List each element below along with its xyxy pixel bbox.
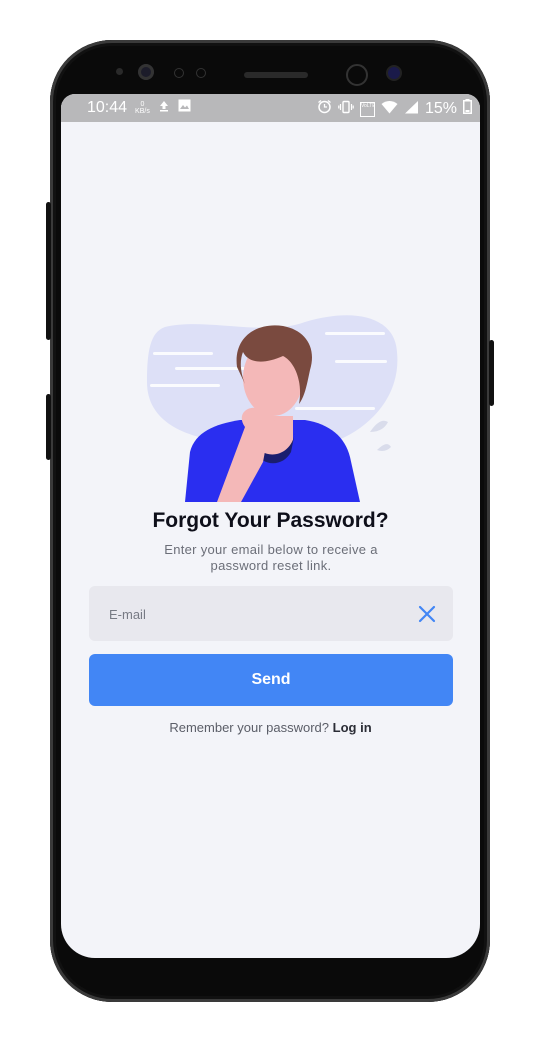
power-button[interactable] <box>489 340 494 406</box>
subtitle-line: Enter your email below to receive a <box>164 542 378 557</box>
earpiece-speaker <box>244 72 308 78</box>
volume-button[interactable] <box>46 394 51 460</box>
forgot-password-illustration <box>145 312 401 502</box>
page-title: Forgot Your Password? <box>152 509 389 532</box>
page-subtitle: Enter your email below to receive a pass… <box>121 542 421 574</box>
status-bar: 10:44 0 KB/s VoLTE 15% <box>61 94 480 122</box>
iris-scanner <box>138 64 154 80</box>
subtitle-line: password reset link. <box>210 558 332 573</box>
sensor-dot <box>196 68 206 78</box>
battery-text: 15% <box>424 100 457 117</box>
upload-icon <box>158 99 170 117</box>
signal-icon <box>404 100 419 119</box>
bixby-button[interactable] <box>46 202 51 340</box>
wifi-icon <box>381 100 398 119</box>
email-field[interactable] <box>107 586 411 643</box>
close-icon[interactable] <box>417 604 437 624</box>
app-screen: 10:44 0 KB/s VoLTE 15% Forgot Your Passw… <box>61 94 480 958</box>
login-prompt: Remember your password? Log in <box>61 720 480 735</box>
sensor-dot <box>116 68 123 75</box>
alarm-icon <box>317 99 332 119</box>
vibrate-icon <box>338 100 354 119</box>
sensor-dot <box>174 68 184 78</box>
battery-icon <box>463 99 472 119</box>
remember-text: Remember your password? <box>169 720 330 735</box>
login-link[interactable]: Log in <box>333 720 372 735</box>
net-speed: 0 KB/s <box>135 101 150 115</box>
volte-icon: VoLTE <box>359 101 375 117</box>
image-icon <box>178 99 191 117</box>
front-sensor <box>388 67 400 79</box>
email-field-container <box>89 586 453 643</box>
status-time: 10:44 <box>87 99 128 116</box>
send-button[interactable]: Send <box>89 654 453 706</box>
front-camera <box>346 64 368 86</box>
